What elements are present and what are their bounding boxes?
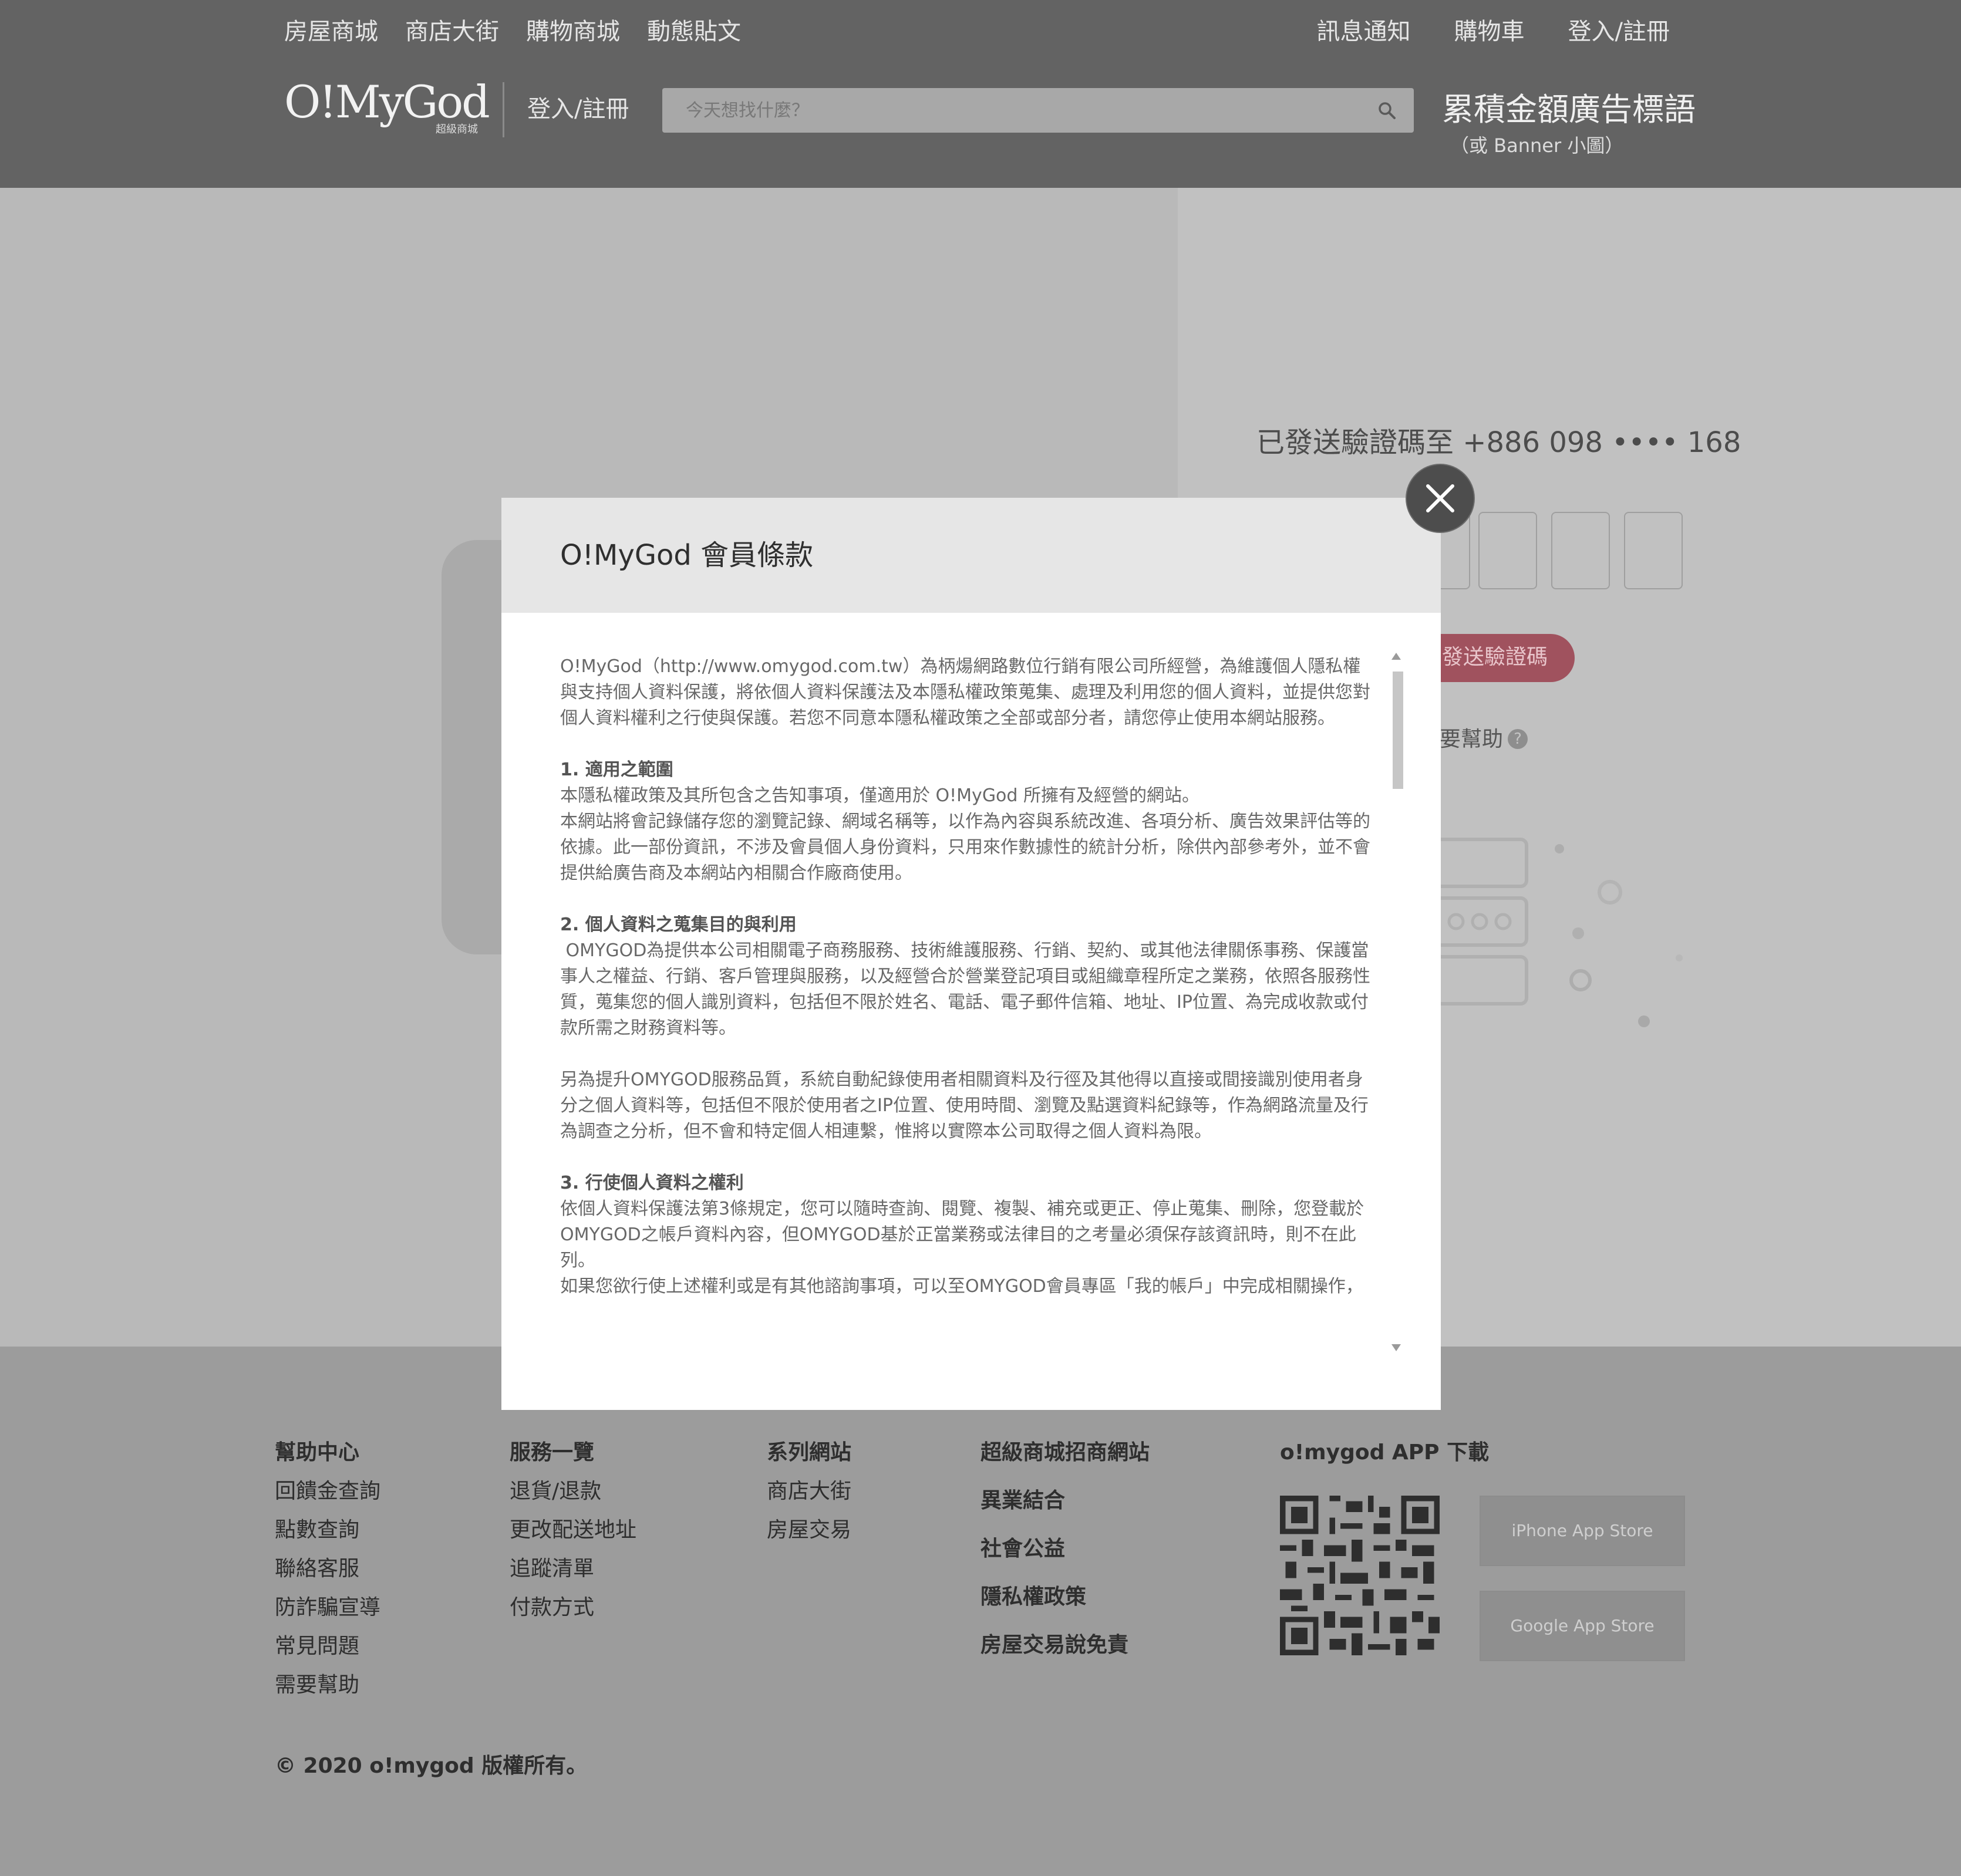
footer-link[interactable]: 更改配送地址: [510, 1514, 636, 1546]
terms-section-title: 1. 適用之範圍: [560, 760, 673, 780]
footer-link[interactable]: 異業結合: [980, 1485, 1150, 1517]
nav-notifications[interactable]: 訊息通知: [1317, 15, 1411, 48]
copyright-text: © 2020 o!mygod 版權所有。: [275, 1754, 588, 1778]
terms-paragraph: 本隱私權政策及其所包含之告知事項，僅適用於 O!MyGod 所擁有及經營的網站。: [560, 785, 1199, 806]
footer-link[interactable]: 房屋交易: [767, 1514, 851, 1546]
nav-cart[interactable]: 購物車: [1454, 15, 1525, 48]
terms-paragraph: OMYGOD為提供本公司相關電子商務服務、技術維護服務、行銷、契約、或其他法律關…: [560, 940, 1370, 1038]
footer-help-column: 幫助中心 回饋金查詢 點數查詢 聯絡客服 防詐騙宣導 常見問題 需要幫助: [275, 1437, 380, 1701]
close-icon: [1426, 484, 1454, 512]
code-sent-message: 已發送驗證碼至 +886 098 •••• 168: [1256, 426, 1741, 459]
footer-link[interactable]: 退貨/退款: [510, 1476, 636, 1507]
nav-house-mall[interactable]: 房屋商城: [284, 15, 378, 48]
footer-service-column: 服務一覽 退貨/退款 更改配送地址 追蹤清單 付款方式: [510, 1437, 636, 1624]
code-digit-box[interactable]: [1624, 512, 1683, 589]
chat-illustration-icon: [1421, 838, 1683, 1027]
site-header: 房屋商城 商店大街 購物商城 動態貼文 訊息通知 購物車 登入/註冊 O!MyG…: [0, 0, 1961, 188]
nav-shop-street[interactable]: 商店大街: [405, 15, 499, 48]
ad-subtitle: （或 Banner 小圖）: [1450, 134, 1624, 157]
footer-link[interactable]: 需要幫助: [275, 1669, 380, 1701]
footer-link[interactable]: 商店大街: [767, 1476, 851, 1507]
logo-wordmark: O!MyGod: [284, 76, 490, 128]
question-icon[interactable]: ?: [1508, 729, 1528, 749]
need-help-link[interactable]: 要幫助: [1440, 723, 1503, 756]
header-login-link[interactable]: 登入/註冊: [527, 93, 629, 126]
terms-paragraph: 另為提升OMYGOD服務品質，系統自動紀錄使用者相關資料及行徑及其他得以直接或間…: [560, 1069, 1369, 1142]
iphone-store-label: iPhone App Store: [1511, 1521, 1653, 1540]
scroll-up-arrow-icon[interactable]: [1391, 653, 1401, 660]
terms-paragraph: 本網站將會記錄儲存您的瀏覽記錄、網域名稱等，以作為內容與系統改進、各項分析、廣告…: [560, 811, 1370, 883]
terms-section: 3. 行使個人資料之權利 依個人資料保護法第3條規定，您可以隨時查詢、閱覽、複製…: [560, 1170, 1375, 1300]
footer-link[interactable]: 回饋金查詢: [275, 1476, 380, 1507]
footer-link[interactable]: 聯絡客服: [275, 1553, 380, 1585]
nav-shopping-mall[interactable]: 購物商城: [526, 15, 620, 48]
site-logo[interactable]: O!MyGod 超級商城: [284, 77, 490, 139]
footer-link[interactable]: 社會公益: [980, 1533, 1150, 1565]
terms-section-title: 2. 個人資料之蒐集目的與利用: [560, 915, 797, 935]
footer-link[interactable]: 防詐騙宣導: [275, 1592, 380, 1624]
app-download-title: o!mygod APP 下載: [1280, 1440, 1490, 1465]
scroll-down-arrow-icon[interactable]: [1391, 1344, 1401, 1351]
modal-header: O!MyGod 會員條款: [501, 498, 1441, 613]
terms-section: 2. 個人資料之蒐集目的與利用 OMYGOD為提供本公司相關電子商務服務、技術維…: [560, 912, 1375, 1145]
terms-intro: O!MyGod（http://www.omygod.com.tw）為柄煬網路數位…: [560, 656, 1370, 728]
footer-link[interactable]: 房屋交易說免責: [980, 1629, 1150, 1661]
footer-sites-title: 系列網站: [767, 1440, 852, 1465]
terms-scroll-area[interactable]: O!MyGod（http://www.omygod.com.tw）為柄煬網路數位…: [560, 654, 1375, 1300]
terms-paragraph: 依個人資料保護法第3條規定，您可以隨時查詢、閱覽、複製、補充或更正、停止蒐集、刪…: [560, 1199, 1364, 1271]
footer-app-column: o!mygod APP 下載: [1280, 1437, 1489, 1469]
footer-help-title: 幫助中心: [275, 1440, 360, 1465]
terms-modal: O!MyGod 會員條款 O!MyGod（http://www.omygod.c…: [501, 498, 1441, 1410]
footer-merchant-column: 超級商城招商網站 異業結合 社會公益 隱私權政策 房屋交易說免責: [980, 1437, 1150, 1661]
nav-posts[interactable]: 動態貼文: [647, 15, 741, 48]
modal-title: O!MyGod 會員條款: [560, 539, 814, 572]
code-digit-box[interactable]: [1478, 512, 1537, 589]
footer-link[interactable]: 點數查詢: [275, 1514, 380, 1546]
scrollbar-thumb[interactable]: [1393, 672, 1403, 789]
search-bar: [662, 88, 1414, 133]
search-icon[interactable]: [1377, 101, 1396, 120]
modal-close-button[interactable]: [1407, 465, 1474, 532]
top-nav-left: 房屋商城 商店大街 購物商城 動態貼文: [284, 15, 741, 48]
iphone-app-store-button[interactable]: iPhone App Store: [1480, 1496, 1685, 1566]
footer-link[interactable]: 付款方式: [510, 1592, 636, 1624]
terms-section: 1. 適用之範圍 本隱私權政策及其所包含之告知事項，僅適用於 O!MyGod 所…: [560, 757, 1375, 886]
ad-slogan[interactable]: 累積金額廣告標語: [1442, 88, 1696, 131]
google-app-store-button[interactable]: Google App Store: [1480, 1591, 1685, 1661]
footer-link[interactable]: 追蹤清單: [510, 1553, 636, 1585]
google-store-label: Google App Store: [1510, 1616, 1655, 1635]
logo-divider: [503, 82, 504, 137]
footer-service-title: 服務一覽: [510, 1440, 595, 1465]
terms-section-title: 3. 行使個人資料之權利: [560, 1173, 744, 1193]
footer-link[interactable]: 常見問題: [275, 1631, 380, 1662]
footer-merchant-title[interactable]: 超級商城招商網站: [980, 1437, 1150, 1469]
footer-sites-column: 系列網站 商店大街 房屋交易: [767, 1437, 851, 1546]
qr-code-icon: [1280, 1496, 1440, 1655]
top-nav-right: 訊息通知 購物車 登入/註冊: [1317, 15, 1670, 48]
code-digit-box[interactable]: [1551, 512, 1610, 589]
logo-subtitle: 超級商城: [436, 123, 478, 136]
search-input[interactable]: [686, 88, 1355, 133]
footer-link[interactable]: 隱私權政策: [980, 1581, 1150, 1613]
nav-login[interactable]: 登入/註冊: [1568, 15, 1670, 48]
terms-paragraph: 如果您欲行使上述權利或是有其他諮詢事項，可以至OMYGOD會員專區「我的帳戶」中…: [560, 1276, 1363, 1297]
send-code-label: 發送驗證碼: [1442, 645, 1548, 669]
